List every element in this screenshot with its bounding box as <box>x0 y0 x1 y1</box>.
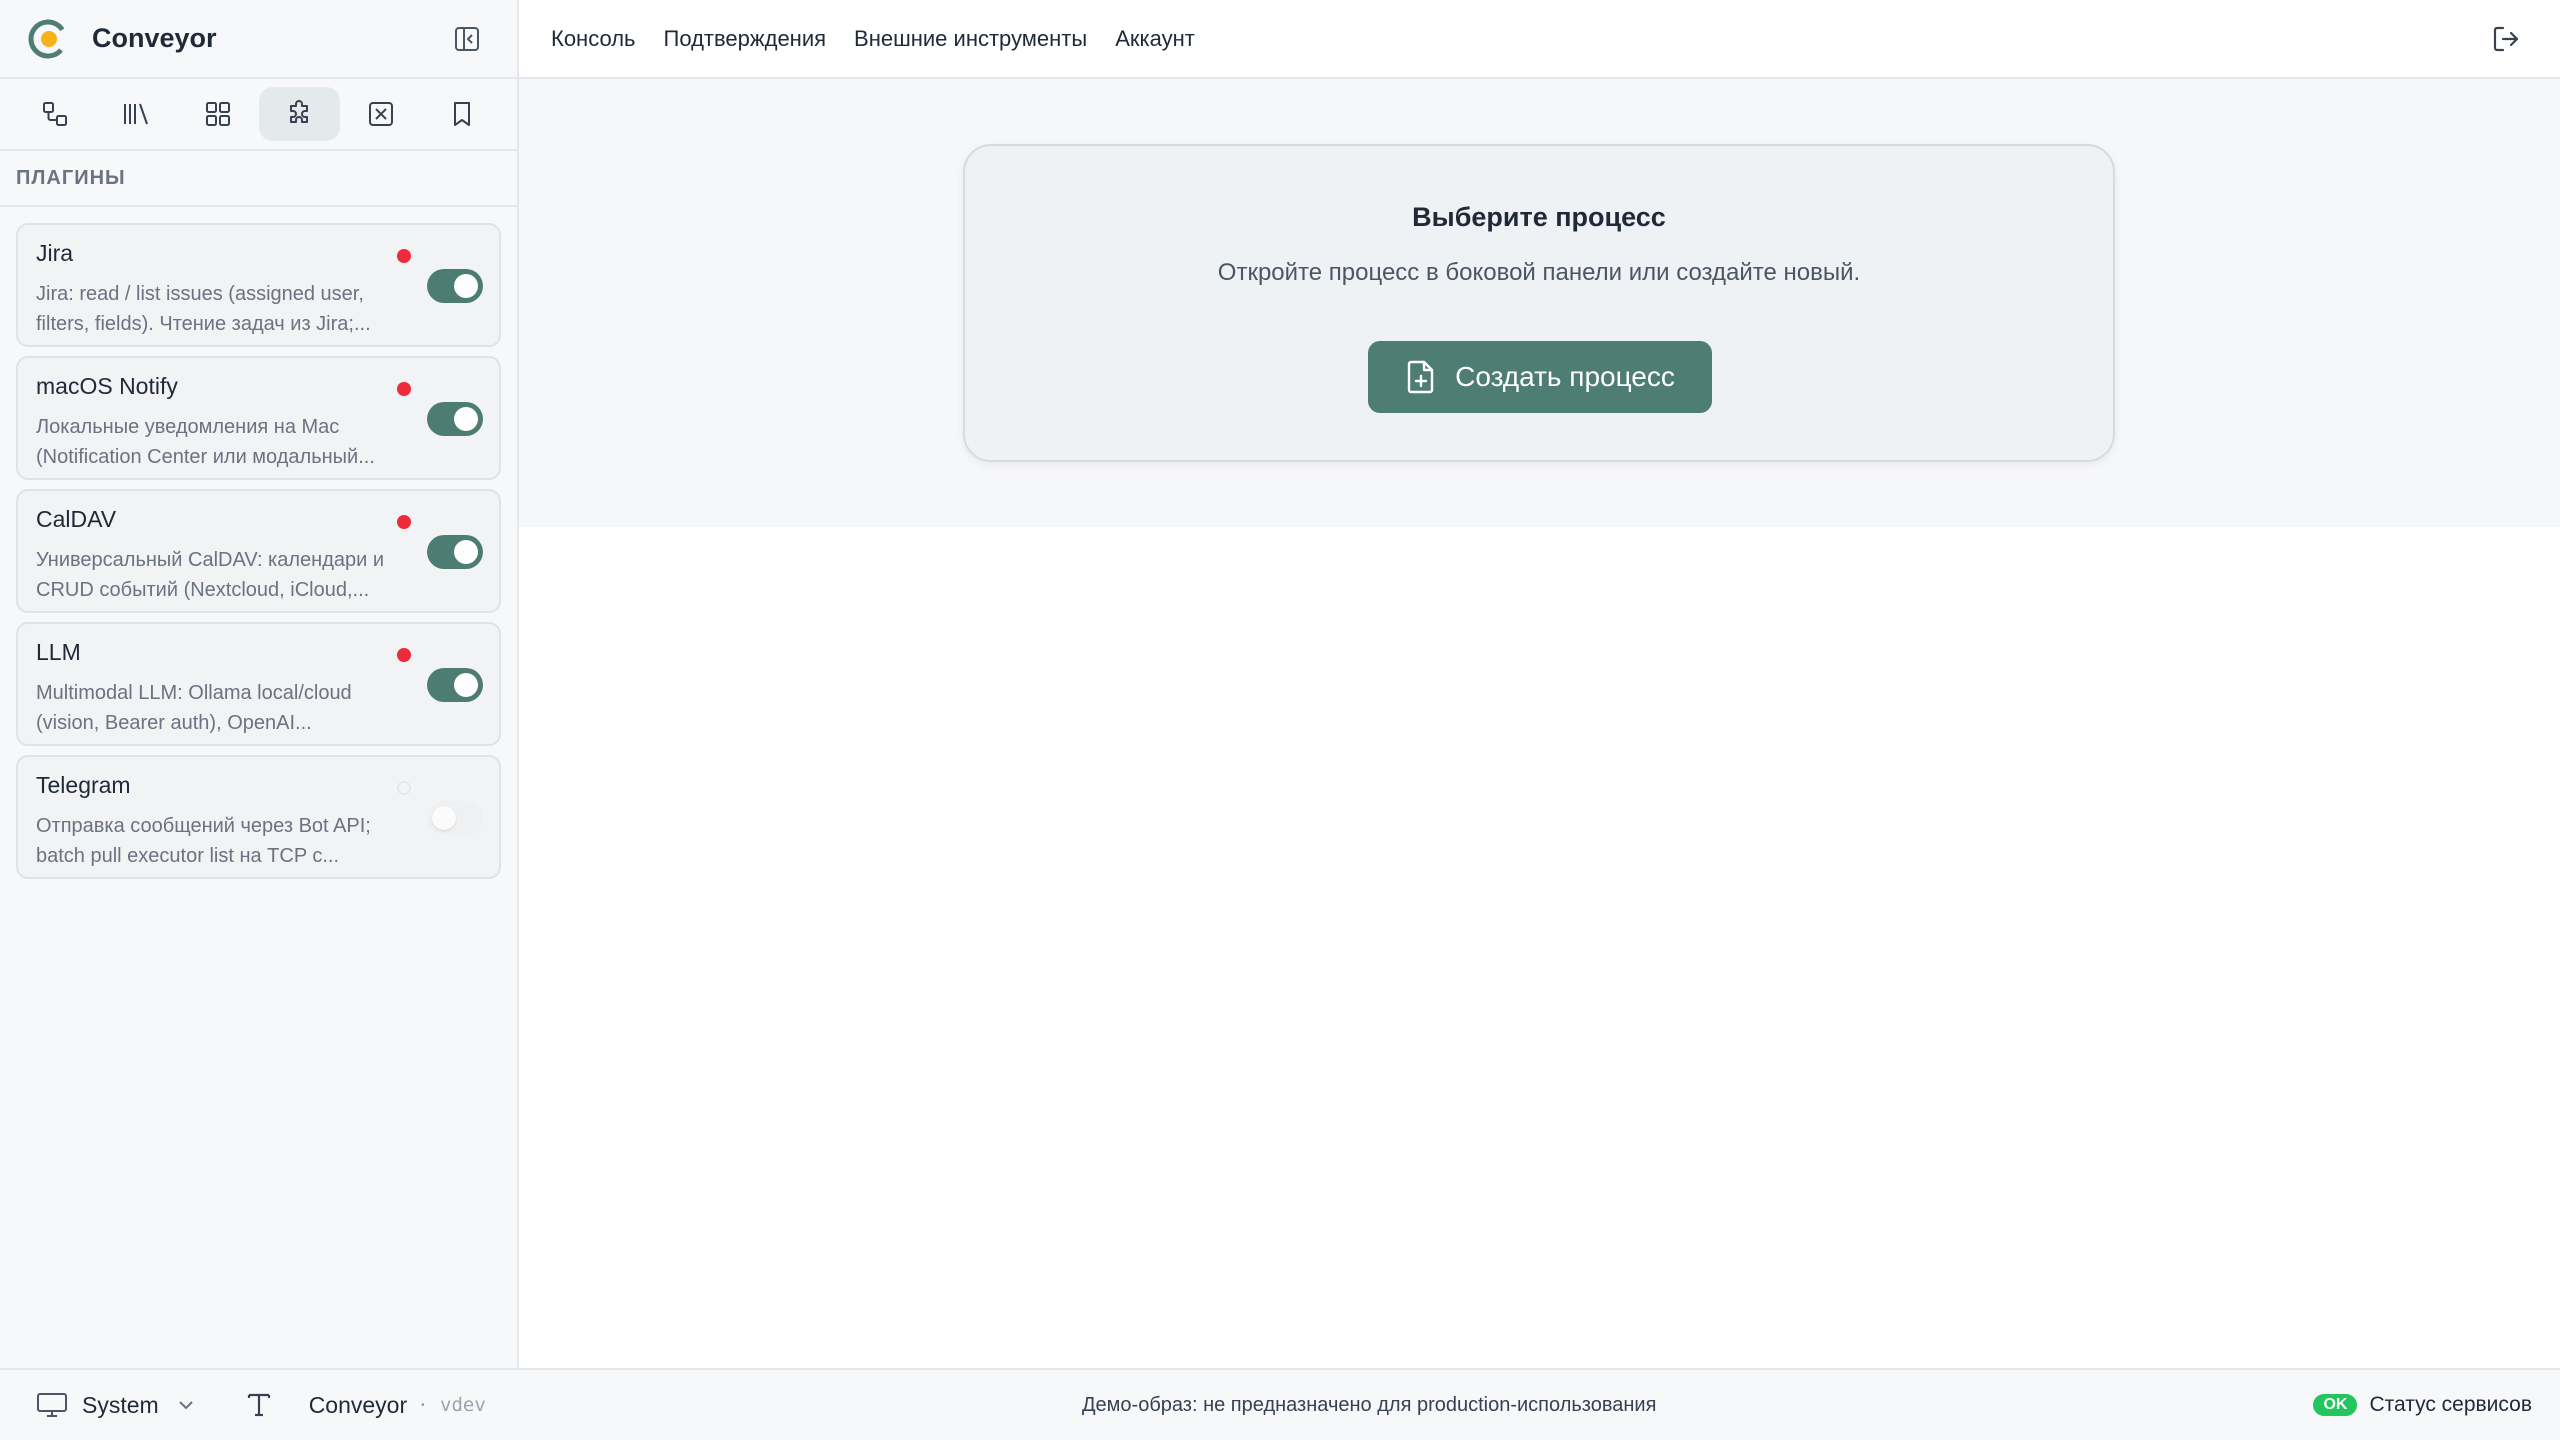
nav-account[interactable]: Аккаунт <box>1115 26 1195 52</box>
nav-external-tools[interactable]: Внешние инструменты <box>854 26 1087 52</box>
plugin-name: LLM <box>36 639 81 665</box>
tab-flows[interactable] <box>14 87 96 141</box>
grid-icon <box>205 102 230 126</box>
plugin-card-caldav[interactable]: CalDAV Универсальный CalDAV: календари и… <box>16 489 501 613</box>
nav-approvals[interactable]: Подтверждения <box>664 26 827 52</box>
plugin-description: Локальные уведомления на Mac (Notificati… <box>36 416 375 468</box>
chevron-down-icon <box>178 1401 193 1410</box>
plugin-toggle[interactable] <box>427 402 483 436</box>
tab-dashboard[interactable] <box>177 87 259 141</box>
tab-bookmarks[interactable] <box>422 87 504 141</box>
toggle-knob <box>454 274 478 298</box>
plugin-list: Jira Jira: read / list issues (assigned … <box>0 207 517 879</box>
sidebar-header: Conveyor <box>0 0 517 79</box>
toggle-knob <box>454 673 478 697</box>
plugin-status-dot <box>397 648 411 662</box>
create-process-button[interactable]: Создать процесс <box>1368 341 1712 413</box>
toggle-knob <box>454 407 478 431</box>
library-icon <box>124 103 149 125</box>
plugin-description: Универсальный CalDAV: календари и CRUD с… <box>36 549 385 601</box>
plugin-card-macos-notify[interactable]: macOS Notify Локальные уведомления на Ma… <box>16 356 501 480</box>
plugin-card-telegram[interactable]: Telegram Отправка сообщений через Bot AP… <box>16 755 501 879</box>
sidebar-tabs <box>0 79 517 151</box>
theme-selector[interactable]: System <box>36 1391 197 1419</box>
plugin-status-dot <box>397 515 411 529</box>
plugin-status-dot <box>397 249 411 263</box>
plugin-toggle[interactable] <box>427 269 483 303</box>
empty-state-card: Выберите процесс Откройте процесс в боко… <box>963 144 2115 462</box>
flow-icon <box>42 102 67 126</box>
puzzle-icon <box>290 100 309 123</box>
plugin-name: macOS Notify <box>36 373 178 399</box>
monitor-icon <box>37 1393 67 1417</box>
conveyor-logo-icon <box>28 19 68 58</box>
plugin-description: Jira: read / list issues (assigned user,… <box>36 283 371 335</box>
plugin-name: Telegram <box>36 772 131 798</box>
empty-state-title: Выберите процесс <box>1412 202 1666 232</box>
demo-notice: Демо-образ: не предназначено для product… <box>1082 1393 1657 1416</box>
logout-icon <box>2493 26 2519 51</box>
sidebar: Conveyor ПЛАГИНЫ Jira Jira: read / list … <box>0 0 519 1368</box>
x-square-icon <box>368 102 393 126</box>
plugin-status-dot <box>397 382 411 396</box>
plugin-description: Multimodal LLM: Ollama local/cloud (visi… <box>36 682 352 734</box>
plugin-description: Отправка сообщений через Bot API; batch … <box>36 815 371 867</box>
bookmark-icon <box>454 102 471 126</box>
theme-selector-value: System <box>82 1391 159 1418</box>
services-status-label: Статус сервисов <box>2369 1393 2532 1416</box>
plugin-card-jira[interactable]: Jira Jira: read / list issues (assigned … <box>16 223 501 347</box>
plugins-section-title: ПЛАГИНЫ <box>0 151 517 207</box>
top-navigation: Консоль Подтверждения Внешние инструмент… <box>519 0 2560 79</box>
plugin-toggle[interactable] <box>427 668 483 702</box>
font-settings-button[interactable] <box>245 1391 273 1419</box>
new-file-icon <box>1407 360 1434 394</box>
services-status-button[interactable]: OK Статус сервисов <box>2313 1393 2532 1417</box>
toggle-knob <box>454 540 478 564</box>
plugin-card-llm[interactable]: LLM Multimodal LLM: Ollama local/cloud (… <box>16 622 501 746</box>
plugin-toggle[interactable] <box>427 801 483 835</box>
logout-button[interactable] <box>2484 17 2528 61</box>
status-badge: OK <box>2313 1394 2358 1416</box>
empty-state-subtitle: Откройте процесс в боковой панели или со… <box>1217 259 1861 286</box>
typography-icon <box>247 1393 270 1417</box>
app-title: Conveyor <box>92 23 217 53</box>
toggle-knob <box>432 806 456 830</box>
sidebar-collapse-icon <box>455 26 479 51</box>
app-root: Conveyor ПЛАГИНЫ Jira Jira: read / list … <box>0 0 2560 1440</box>
tab-exclusions[interactable] <box>340 87 422 141</box>
tab-plugins[interactable] <box>258 87 340 141</box>
status-bar: System Conveyor · vdev Демо-образ: не пр… <box>0 1368 2560 1440</box>
plugin-name: Jira <box>36 240 74 266</box>
footer-brand: Conveyor <box>308 1391 408 1418</box>
plugin-toggle[interactable] <box>427 535 483 569</box>
nav-console[interactable]: Консоль <box>551 26 636 52</box>
collapse-sidebar-button[interactable] <box>445 17 489 61</box>
plugin-status-dot <box>397 781 411 795</box>
tab-library[interactable] <box>96 87 178 141</box>
create-process-label: Создать процесс <box>1455 361 1675 392</box>
footer-version: · vdev <box>417 1394 486 1416</box>
plugin-name: CalDAV <box>36 506 117 532</box>
